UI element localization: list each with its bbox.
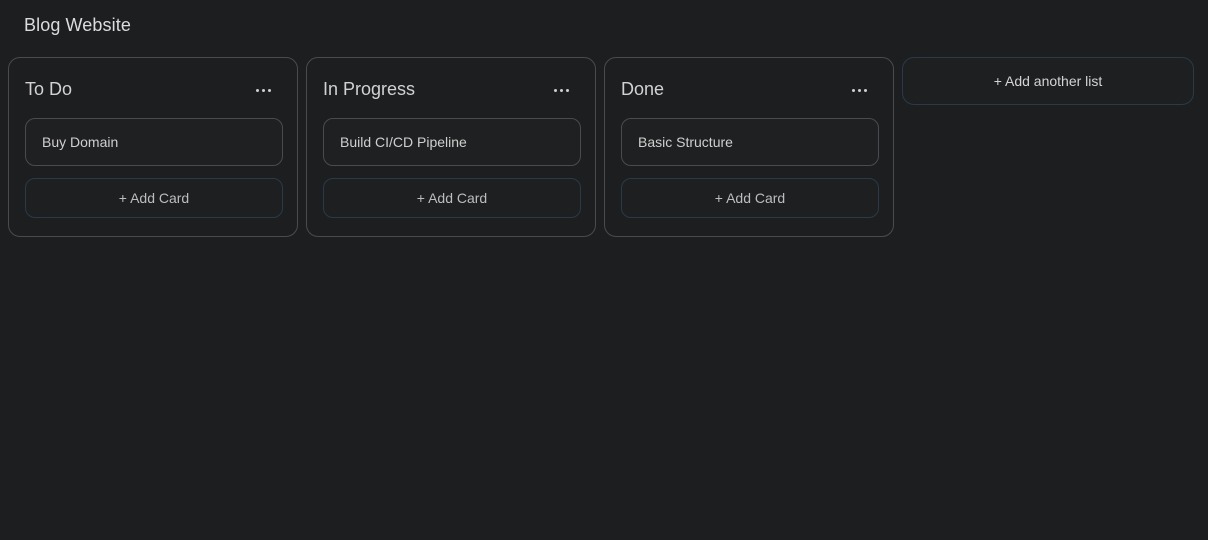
board-title: Blog Website — [24, 15, 131, 35]
add-card-button[interactable]: + Add Card — [323, 178, 581, 218]
card[interactable]: Build CI/CD Pipeline — [323, 118, 581, 166]
list-in-progress: In Progress Build CI/CD Pipeline + Add C… — [306, 57, 596, 237]
card[interactable]: Buy Domain — [25, 118, 283, 166]
list-title[interactable]: Done — [621, 79, 664, 100]
list-header: Done — [621, 78, 877, 104]
ellipsis-horizontal-icon[interactable] — [847, 78, 871, 102]
ellipsis-horizontal-icon[interactable] — [251, 78, 275, 102]
add-list-button[interactable]: + Add another list — [902, 57, 1194, 105]
list-title[interactable]: In Progress — [323, 79, 415, 100]
list-header: To Do — [25, 78, 281, 104]
lists-container: To Do Buy Domain + Add Card In Progress … — [8, 57, 1194, 237]
card[interactable]: Basic Structure — [621, 118, 879, 166]
add-card-button[interactable]: + Add Card — [25, 178, 283, 218]
list-todo: To Do Buy Domain + Add Card — [8, 57, 298, 237]
list-header: In Progress — [323, 78, 579, 104]
add-card-button[interactable]: + Add Card — [621, 178, 879, 218]
ellipsis-horizontal-icon[interactable] — [549, 78, 573, 102]
list-title[interactable]: To Do — [25, 79, 72, 100]
list-done: Done Basic Structure + Add Card — [604, 57, 894, 237]
